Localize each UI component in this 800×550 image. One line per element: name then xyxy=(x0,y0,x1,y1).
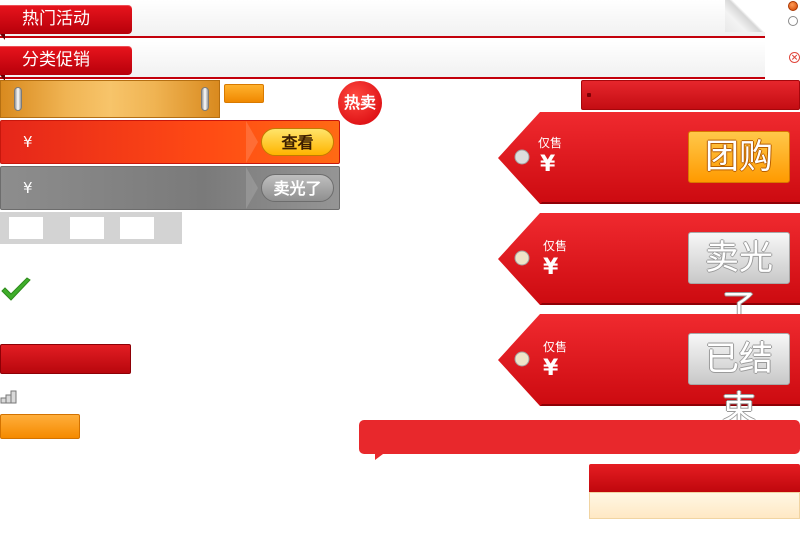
gold-slider-bar[interactable] xyxy=(0,80,220,118)
orange-mini-button[interactable] xyxy=(224,84,264,103)
ended-button[interactable]: 已结束 xyxy=(688,333,790,429)
view-button[interactable]: 查看 xyxy=(261,128,334,156)
red-button[interactable] xyxy=(0,344,131,374)
bar-notch xyxy=(246,167,258,209)
price-currency: ¥ xyxy=(23,179,33,197)
tag-card-group-buy: 仅售 ¥ 团购 xyxy=(498,112,800,204)
tab-hot-activities[interactable]: 热门活动 xyxy=(0,5,132,40)
radio-on-icon[interactable] xyxy=(788,1,798,11)
header-bar-hot: 热门活动 xyxy=(0,0,765,40)
tag-currency: ¥ xyxy=(543,356,559,381)
radio-off-icon[interactable] xyxy=(788,16,798,26)
close-icon[interactable]: × xyxy=(789,52,800,63)
countdown-box xyxy=(9,217,43,239)
header-bar-category: 分类促销 xyxy=(0,41,765,81)
coin-stack-icon xyxy=(0,390,17,404)
checkmark-icon xyxy=(1,277,31,301)
cream-panel xyxy=(589,492,800,519)
hot-sale-badge: 热卖 xyxy=(338,81,382,125)
orange-button[interactable] xyxy=(0,414,80,439)
tag-only-label: 仅售 xyxy=(543,340,568,354)
tag-only-label: 仅售 xyxy=(538,136,563,150)
price-currency: ¥ xyxy=(23,133,33,151)
sold-out-tag-button[interactable]: 卖光了 xyxy=(688,232,790,328)
countdown-boxes xyxy=(0,212,182,244)
tag-currency: ¥ xyxy=(543,255,559,280)
price-bar-active: ¥ 查看 xyxy=(0,120,340,164)
countdown-box xyxy=(120,217,154,239)
red-header-button[interactable] xyxy=(581,80,800,110)
slider-right-handle[interactable] xyxy=(201,87,209,111)
bar-notch xyxy=(246,121,258,163)
tag-card-ended: 仅售 ¥ 已结束 xyxy=(498,314,800,429)
slider-left-handle[interactable] xyxy=(14,87,22,111)
group-buy-button[interactable]: 团购 xyxy=(688,131,790,183)
price-bar-soldout: ¥ 卖光了 xyxy=(0,166,340,210)
speech-bubble-bar xyxy=(359,420,800,460)
sold-out-button[interactable]: 卖光了 xyxy=(261,174,334,202)
red-panel-header xyxy=(589,464,800,492)
countdown-box xyxy=(70,217,104,239)
tag-only-label: 仅售 xyxy=(543,239,568,253)
tag-currency: ¥ xyxy=(540,152,556,177)
tag-card-soldout: 仅售 ¥ 卖光了 xyxy=(498,213,800,328)
tab-category-promo[interactable]: 分类促销 xyxy=(0,46,132,81)
page-curl-decoration xyxy=(725,0,765,32)
